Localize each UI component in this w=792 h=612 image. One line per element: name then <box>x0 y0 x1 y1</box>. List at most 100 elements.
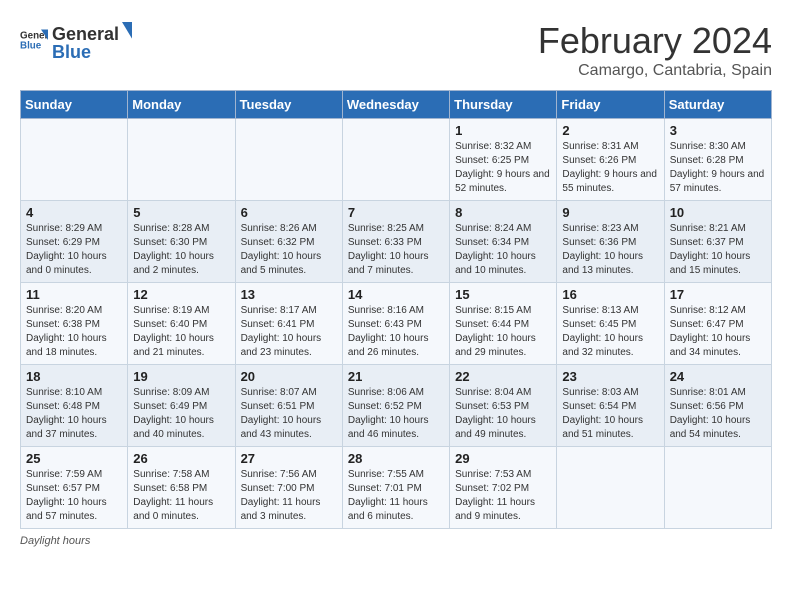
day-number: 20 <box>241 369 338 384</box>
day-info: Sunrise: 8:03 AM Sunset: 6:54 PM Dayligh… <box>562 386 659 442</box>
day-number: 7 <box>348 205 445 220</box>
calendar-cell: 16 Sunrise: 8:13 AM Sunset: 6:45 PM Dayli… <box>557 283 664 365</box>
calendar-week-row: 1 Sunrise: 8:32 AM Sunset: 6:25 PM Daylig… <box>21 119 772 201</box>
day-info: Sunrise: 8:32 AM Sunset: 6:25 PM Dayligh… <box>455 140 552 196</box>
calendar-cell <box>21 119 128 201</box>
calendar-day-header: Monday <box>128 91 235 119</box>
day-info: Sunrise: 8:10 AM Sunset: 6:48 PM Dayligh… <box>26 386 123 442</box>
svg-text:General: General <box>52 24 119 44</box>
calendar-cell: 7 Sunrise: 8:25 AM Sunset: 6:33 PM Daylig… <box>342 201 449 283</box>
footer: Daylight hours <box>20 535 772 547</box>
calendar-cell: 9 Sunrise: 8:23 AM Sunset: 6:36 PM Daylig… <box>557 201 664 283</box>
calendar-cell: 11Sunrise: 8:20 AM Sunset: 6:38 PM Dayli… <box>21 283 128 365</box>
calendar-week-row: 11Sunrise: 8:20 AM Sunset: 6:38 PM Dayli… <box>21 283 772 365</box>
day-number: 17 <box>670 287 767 302</box>
title-area: February 2024 Camargo, Cantabria, Spain <box>538 20 772 80</box>
calendar-cell: 24Sunrise: 8:01 AM Sunset: 6:56 PM Dayli… <box>664 365 771 447</box>
day-info: Sunrise: 7:59 AM Sunset: 6:57 PM Dayligh… <box>26 468 123 524</box>
calendar-cell: 19Sunrise: 8:09 AM Sunset: 6:49 PM Dayli… <box>128 365 235 447</box>
day-number: 16 <box>562 287 659 302</box>
day-info: Sunrise: 8:16 AM Sunset: 6:43 PM Dayligh… <box>348 304 445 360</box>
calendar-cell: 4 Sunrise: 8:29 AM Sunset: 6:29 PM Daylig… <box>21 201 128 283</box>
day-number: 5 <box>133 205 230 220</box>
day-number: 28 <box>348 451 445 466</box>
day-number: 23 <box>562 369 659 384</box>
calendar-cell: 22Sunrise: 8:04 AM Sunset: 6:53 PM Dayli… <box>450 365 557 447</box>
logo: General Blue General Blue <box>20 20 102 60</box>
day-info: Sunrise: 8:31 AM Sunset: 6:26 PM Dayligh… <box>562 140 659 196</box>
day-number: 29 <box>455 451 552 466</box>
day-number: 12 <box>133 287 230 302</box>
header: General Blue General Blue February 2024 … <box>20 20 772 80</box>
day-number: 14 <box>348 287 445 302</box>
day-number: 4 <box>26 205 123 220</box>
day-info: Sunrise: 8:12 AM Sunset: 6:47 PM Dayligh… <box>670 304 767 360</box>
calendar-cell: 27Sunrise: 7:56 AM Sunset: 7:00 PM Dayli… <box>235 447 342 529</box>
day-info: Sunrise: 8:21 AM Sunset: 6:37 PM Dayligh… <box>670 222 767 278</box>
logo-svg: General Blue <box>52 20 132 65</box>
day-info: Sunrise: 8:28 AM Sunset: 6:30 PM Dayligh… <box>133 222 230 278</box>
day-number: 9 <box>562 205 659 220</box>
calendar-day-header: Thursday <box>450 91 557 119</box>
day-number: 18 <box>26 369 123 384</box>
footer-label: Daylight hours <box>20 535 90 547</box>
calendar-header-row: SundayMondayTuesdayWednesdayThursdayFrid… <box>21 91 772 119</box>
day-info: Sunrise: 8:23 AM Sunset: 6:36 PM Dayligh… <box>562 222 659 278</box>
logo-icon: General Blue <box>20 26 48 54</box>
day-info: Sunrise: 8:29 AM Sunset: 6:29 PM Dayligh… <box>26 222 123 278</box>
calendar-cell: 13 Sunrise: 8:17 AM Sunset: 6:41 PM Dayli… <box>235 283 342 365</box>
calendar-day-header: Sunday <box>21 91 128 119</box>
day-info: Sunrise: 7:56 AM Sunset: 7:00 PM Dayligh… <box>241 468 338 524</box>
day-number: 15 <box>455 287 552 302</box>
svg-text:Blue: Blue <box>20 40 42 51</box>
calendar-cell <box>235 119 342 201</box>
calendar-cell: 29Sunrise: 7:53 AM Sunset: 7:02 PM Dayli… <box>450 447 557 529</box>
calendar-week-row: 4 Sunrise: 8:29 AM Sunset: 6:29 PM Daylig… <box>21 201 772 283</box>
calendar-week-row: 18 Sunrise: 8:10 AM Sunset: 6:48 PM Dayli… <box>21 365 772 447</box>
calendar-cell <box>128 119 235 201</box>
day-info: Sunrise: 8:26 AM Sunset: 6:32 PM Dayligh… <box>241 222 338 278</box>
svg-text:Blue: Blue <box>52 42 91 62</box>
calendar-cell: 28 Sunrise: 7:55 AM Sunset: 7:01 PM Dayli… <box>342 447 449 529</box>
calendar-cell: 20 Sunrise: 8:07 AM Sunset: 6:51 PM Dayli… <box>235 365 342 447</box>
day-number: 13 <box>241 287 338 302</box>
day-info: Sunrise: 8:25 AM Sunset: 6:33 PM Dayligh… <box>348 222 445 278</box>
calendar-day-header: Saturday <box>664 91 771 119</box>
calendar-cell: 25Sunrise: 7:59 AM Sunset: 6:57 PM Dayli… <box>21 447 128 529</box>
day-number: 26 <box>133 451 230 466</box>
day-info: Sunrise: 8:30 AM Sunset: 6:28 PM Dayligh… <box>670 140 767 196</box>
calendar-day-header: Wednesday <box>342 91 449 119</box>
day-number: 1 <box>455 123 552 138</box>
calendar-week-row: 25Sunrise: 7:59 AM Sunset: 6:57 PM Dayli… <box>21 447 772 529</box>
day-info: Sunrise: 8:24 AM Sunset: 6:34 PM Dayligh… <box>455 222 552 278</box>
calendar-cell: 2 Sunrise: 8:31 AM Sunset: 6:26 PM Daylig… <box>557 119 664 201</box>
day-info: Sunrise: 8:06 AM Sunset: 6:52 PM Dayligh… <box>348 386 445 442</box>
day-number: 21 <box>348 369 445 384</box>
calendar-cell: 12Sunrise: 8:19 AM Sunset: 6:40 PM Dayli… <box>128 283 235 365</box>
day-info: Sunrise: 8:15 AM Sunset: 6:44 PM Dayligh… <box>455 304 552 360</box>
calendar-cell: 14 Sunrise: 8:16 AM Sunset: 6:43 PM Dayli… <box>342 283 449 365</box>
day-info: Sunrise: 8:07 AM Sunset: 6:51 PM Dayligh… <box>241 386 338 442</box>
calendar-cell: 18 Sunrise: 8:10 AM Sunset: 6:48 PM Dayli… <box>21 365 128 447</box>
day-number: 8 <box>455 205 552 220</box>
calendar-cell: 8 Sunrise: 8:24 AM Sunset: 6:34 PM Daylig… <box>450 201 557 283</box>
calendar-table: SundayMondayTuesdayWednesdayThursdayFrid… <box>20 90 772 529</box>
calendar-cell: 3Sunrise: 8:30 AM Sunset: 6:28 PM Daylig… <box>664 119 771 201</box>
calendar-cell: 10Sunrise: 8:21 AM Sunset: 6:37 PM Dayli… <box>664 201 771 283</box>
day-info: Sunrise: 7:55 AM Sunset: 7:01 PM Dayligh… <box>348 468 445 524</box>
day-info: Sunrise: 8:13 AM Sunset: 6:45 PM Dayligh… <box>562 304 659 360</box>
day-number: 11 <box>26 287 123 302</box>
calendar-cell: 17 Sunrise: 8:12 AM Sunset: 6:47 PM Dayli… <box>664 283 771 365</box>
calendar-cell: 21 Sunrise: 8:06 AM Sunset: 6:52 PM Dayli… <box>342 365 449 447</box>
day-info: Sunrise: 8:09 AM Sunset: 6:49 PM Dayligh… <box>133 386 230 442</box>
day-info: Sunrise: 7:58 AM Sunset: 6:58 PM Dayligh… <box>133 468 230 524</box>
day-number: 2 <box>562 123 659 138</box>
calendar-cell: 26 Sunrise: 7:58 AM Sunset: 6:58 PM Dayli… <box>128 447 235 529</box>
calendar-cell: 5 Sunrise: 8:28 AM Sunset: 6:30 PM Daylig… <box>128 201 235 283</box>
calendar-cell: 23 Sunrise: 8:03 AM Sunset: 6:54 PM Dayli… <box>557 365 664 447</box>
calendar-cell: 1 Sunrise: 8:32 AM Sunset: 6:25 PM Daylig… <box>450 119 557 201</box>
calendar-cell <box>664 447 771 529</box>
day-number: 24 <box>670 369 767 384</box>
day-number: 6 <box>241 205 338 220</box>
day-info: Sunrise: 8:17 AM Sunset: 6:41 PM Dayligh… <box>241 304 338 360</box>
